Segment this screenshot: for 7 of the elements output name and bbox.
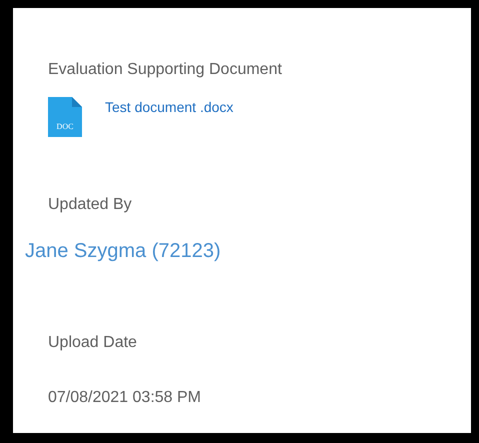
doc-file-icon: DOC (48, 97, 82, 137)
field-label: Evaluation Supporting Document (48, 60, 282, 80)
field-label: Updated By (48, 195, 132, 215)
field-label: Upload Date (48, 333, 137, 353)
file-link[interactable]: Test document .docx (105, 98, 234, 116)
user-link[interactable]: Jane Szygma (72123) (25, 239, 221, 263)
field-value: 07/08/2021 03:58 PM (48, 388, 202, 408)
